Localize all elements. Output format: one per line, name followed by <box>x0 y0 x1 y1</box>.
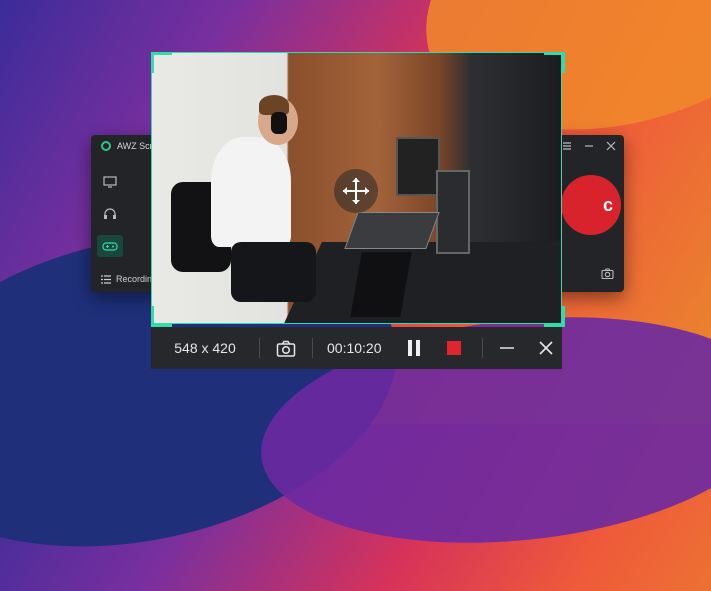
pause-button[interactable] <box>394 340 434 356</box>
capture-border <box>151 52 562 324</box>
app-logo-icon <box>101 141 111 151</box>
close-icon[interactable] <box>606 141 616 151</box>
resize-handle-top-right[interactable] <box>544 52 565 73</box>
divider <box>312 338 313 358</box>
resize-handle-bottom-right[interactable] <box>544 306 565 327</box>
minimize-icon <box>499 347 514 349</box>
resize-handle-top-left[interactable] <box>151 52 172 73</box>
screenshot-button[interactable] <box>260 340 312 357</box>
stop-icon <box>446 341 461 355</box>
elapsed-time: 00:10:20 <box>327 340 382 356</box>
close-icon <box>538 341 553 355</box>
recording-list-link[interactable]: Recording <box>101 274 157 284</box>
gamepad-icon <box>102 242 118 251</box>
game-mode-button[interactable] <box>97 235 123 257</box>
camera-icon <box>601 268 614 280</box>
window-controls <box>562 141 616 151</box>
screen-mode-button[interactable] <box>97 171 123 193</box>
record-button-label: c <box>602 194 613 215</box>
close-button[interactable] <box>531 340 561 356</box>
mode-sidebar <box>97 171 125 257</box>
minimize-button[interactable] <box>483 340 531 356</box>
minimize-icon[interactable] <box>584 141 594 151</box>
menu-icon[interactable] <box>562 141 572 151</box>
app-screenshot-button[interactable] <box>601 266 614 284</box>
screen-icon <box>103 176 117 188</box>
pause-icon <box>407 340 420 356</box>
audio-mode-button[interactable] <box>97 203 123 225</box>
list-icon <box>101 274 111 284</box>
stop-button[interactable] <box>434 341 474 355</box>
region-size[interactable]: 548 x 420 <box>151 340 259 356</box>
record-button[interactable]: c <box>561 175 621 235</box>
headphones-icon <box>104 208 116 219</box>
recording-toolbar: 548 x 420 00:10:20 <box>151 327 562 369</box>
camera-icon <box>276 340 296 357</box>
resize-handle-bottom-left[interactable] <box>151 306 172 327</box>
